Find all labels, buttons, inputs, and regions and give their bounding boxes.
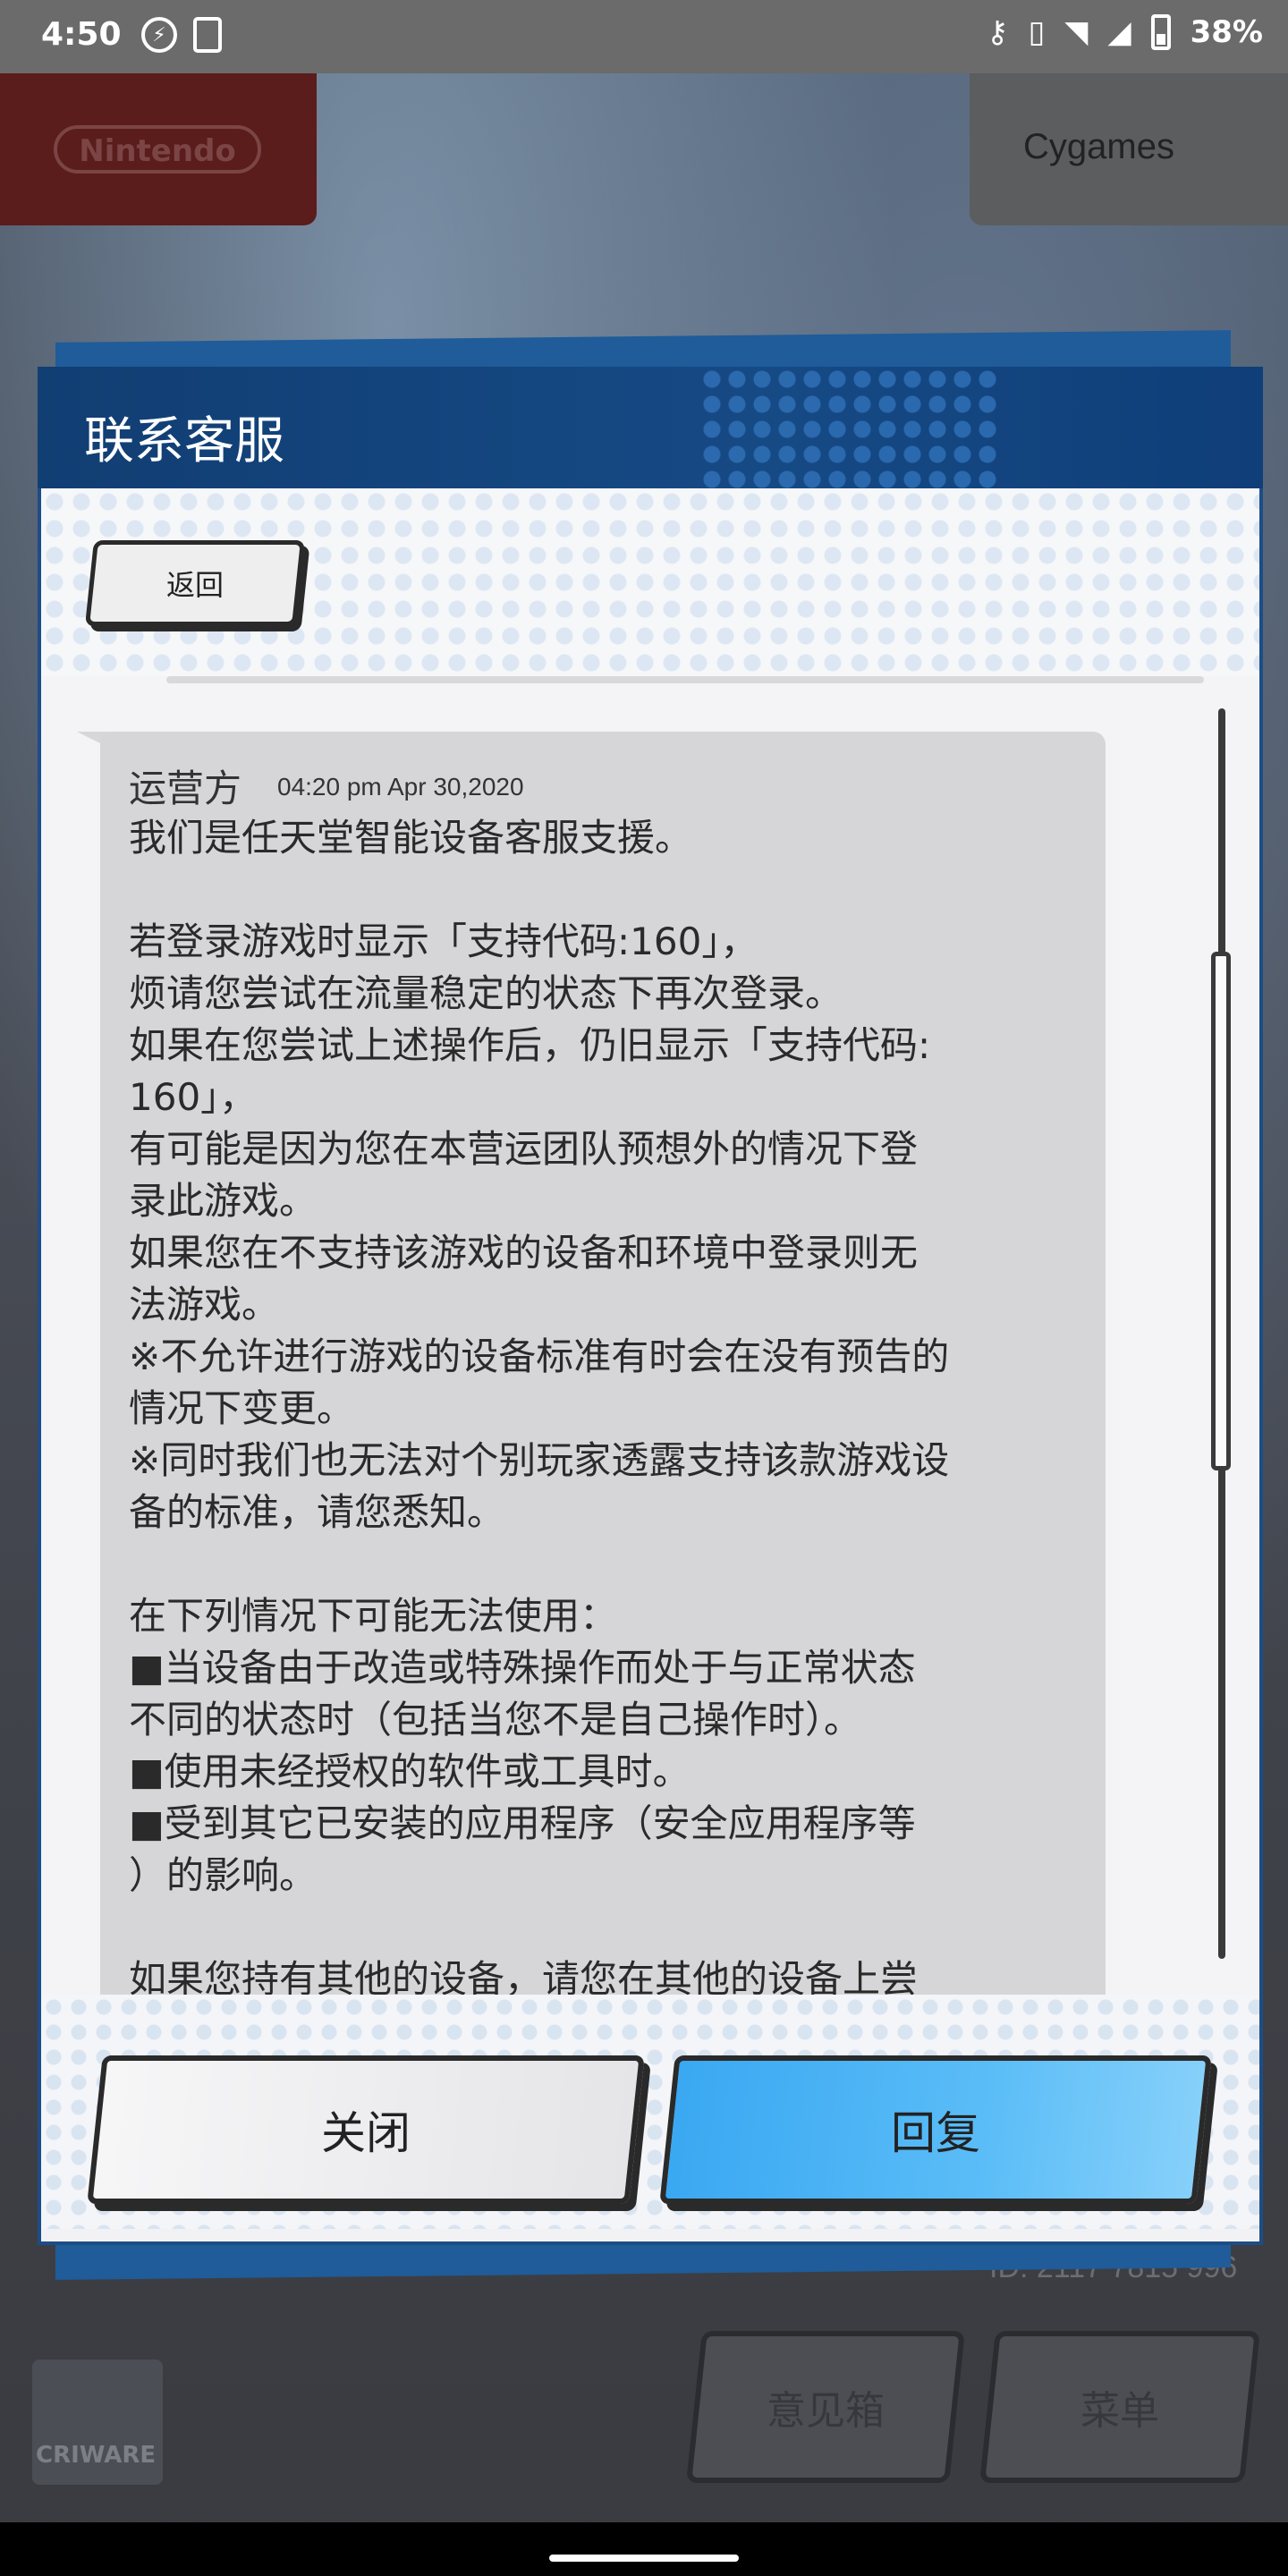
dialog-title: 联系客服	[84, 412, 284, 470]
message-bubble: 运营方 04:20 pm Apr 30,2020 我们是任天堂智能设备客服支援。…	[100, 732, 1106, 1995]
contact-support-dialog: 联系客服 返回 运营方 04:20 pm Apr 30,2020 我们是任天堂智…	[38, 367, 1263, 2245]
dialog-toolbar: 返回	[41, 488, 1259, 676]
menu-button[interactable]: 菜单	[979, 2331, 1260, 2483]
header-dot-pattern	[699, 367, 1004, 488]
close-button-label: 关闭	[321, 2107, 411, 2159]
message-list[interactable]: 运营方 04:20 pm Apr 30,2020 我们是任天堂智能设备客服支援。…	[41, 676, 1259, 1995]
feedback-button[interactable]: 意见箱	[686, 2331, 965, 2483]
back-button-label: 返回	[165, 568, 224, 602]
criware-logo-text: CRIWARE	[36, 2442, 157, 2469]
document-icon	[193, 17, 222, 53]
cygames-panel: Cygames	[970, 73, 1288, 225]
cygames-logo: Cygames	[1023, 127, 1174, 166]
message-body: 我们是任天堂智能设备客服支援。 若登录游戏时显示「支持代码:160」， 烦请您尝…	[129, 816, 950, 1995]
battery-icon	[1150, 14, 1171, 50]
dialog-footer: 关闭 回复	[41, 1995, 1259, 2229]
dialog-header: 联系客服	[38, 367, 1263, 488]
navigation-bar	[0, 2522, 1288, 2576]
signal-icon: ◢	[1107, 14, 1131, 50]
nintendo-logo: Nintendo	[54, 125, 261, 174]
key-icon: ⚷	[986, 14, 1009, 50]
close-button[interactable]: 关闭	[87, 2055, 645, 2204]
scrollbar-thumb[interactable]	[1211, 952, 1231, 1470]
back-button[interactable]: 返回	[84, 540, 306, 626]
menu-button-label: 菜单	[1080, 2388, 1159, 2434]
status-bar: 4:50 ⚡ ⚷ ▯ ◥ ◢ 38%	[0, 0, 1288, 73]
reply-button-label: 回复	[891, 2107, 980, 2159]
feedback-button-label: 意见箱	[767, 2388, 885, 2434]
message-sender: 运营方	[129, 767, 242, 810]
home-handle[interactable]	[549, 2555, 739, 2562]
nintendo-panel: Nintendo	[0, 73, 317, 225]
vibrate-icon: ▯	[1028, 14, 1046, 50]
message-timestamp: 04:20 pm Apr 30,2020	[277, 773, 524, 801]
reply-button[interactable]: 回复	[659, 2055, 1212, 2204]
wifi-icon: ◥	[1064, 14, 1089, 50]
bolt-icon: ⚡	[141, 17, 177, 53]
battery-percent: 38%	[1190, 14, 1263, 50]
divider	[166, 676, 1204, 683]
status-time: 4:50	[41, 16, 122, 53]
